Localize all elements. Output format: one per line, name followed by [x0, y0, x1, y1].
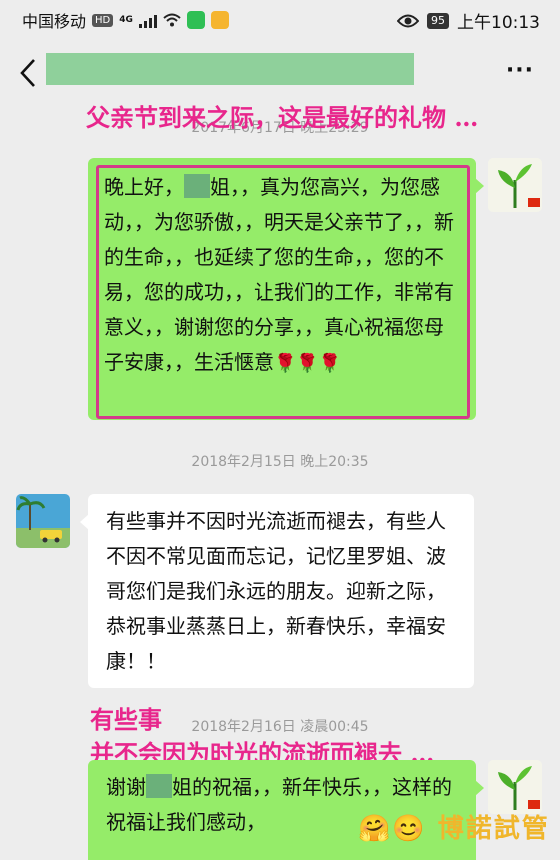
rose-emoji: 🌹🌹🌹: [274, 353, 342, 374]
message-bubble-other[interactable]: 有些事并不因时光流逝而褪去，有些人不因不常见面而忘记，记忆里罗姐、波哥您们是我们…: [80, 494, 474, 688]
timestamp: 2018年2月16日 凌晨00:45: [191, 719, 369, 735]
message-text: 晚上好，: [104, 175, 184, 199]
message-text: 谢谢: [106, 775, 146, 799]
signal-icon: [138, 12, 157, 28]
watermark-logo: 🤗😊 博諾試管: [358, 814, 550, 844]
wifi-icon: [163, 13, 181, 27]
status-bar: 中国移动 HD 4G 95 上午10:13: [0, 0, 560, 38]
message-bubble-self[interactable]: 晚上好， 姐，，真为您高兴，为您感动，，为您骄傲，，明天是父亲节了，，新的生命，，…: [88, 158, 484, 420]
contact-name-redacted: [46, 53, 414, 85]
battery-icon: 95: [427, 12, 449, 29]
seedling-avatar-icon: [488, 760, 542, 814]
self-avatar[interactable]: [488, 760, 542, 814]
palm-car-avatar-icon: [16, 494, 70, 548]
carrier-label: 中国移动: [22, 12, 87, 31]
seedling-avatar-icon: [488, 158, 542, 212]
overlay-caption-top: 父亲节到来之际，这是最好的礼物 …: [86, 103, 479, 132]
redacted-name: [184, 174, 210, 198]
self-avatar[interactable]: [488, 158, 542, 212]
redacted-name: [146, 774, 172, 798]
wechat-notification-icon: [186, 11, 205, 29]
contact-avatar[interactable]: [16, 494, 70, 548]
network-type: 4G: [119, 15, 133, 25]
more-options-button[interactable]: ···: [506, 58, 534, 83]
timestamp: 2018年2月15日 晚上20:35: [191, 454, 369, 470]
message-text-cont: 姐，，真为您高兴，为您感动，，为您骄傲，，明天是父亲节了，，新的生命，，也延续了…: [104, 175, 454, 374]
clock: 上午10:13: [457, 13, 540, 33]
hd-icon: HD: [92, 13, 114, 27]
eye-comfort-icon: [397, 14, 419, 27]
app-notification-icon: [210, 11, 229, 29]
message-text: 有些事并不因时光流逝而褪去，有些人不因不常见面而忘记，记忆里罗姐、波哥您们是我们…: [106, 509, 446, 673]
back-arrow-icon[interactable]: [18, 56, 40, 90]
